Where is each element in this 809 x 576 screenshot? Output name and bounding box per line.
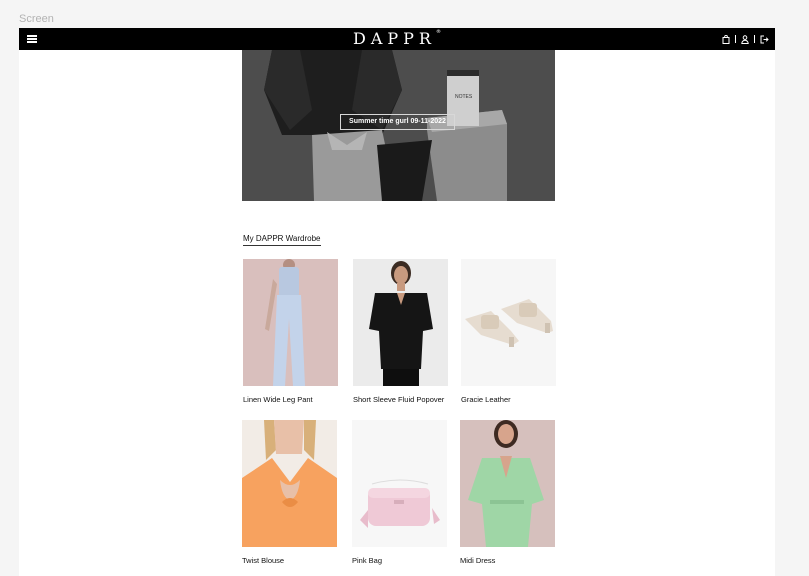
nav-separator <box>754 35 755 43</box>
product-name: Midi Dress <box>460 556 496 565</box>
product-name: Gracie Leather <box>461 395 511 404</box>
wardrobe-title[interactable]: My DAPPR Wardrobe <box>243 234 321 246</box>
hero-caption: Summer time gurl 09-11-2022 <box>340 114 455 130</box>
bag-icon[interactable] <box>722 34 730 44</box>
registered-mark: ® <box>435 29 441 35</box>
brand-logo[interactable]: DAPPR® <box>19 29 775 48</box>
product-image <box>461 259 556 386</box>
product-image <box>243 259 338 386</box>
product-name: Twist Blouse <box>242 556 285 565</box>
product-image <box>353 259 448 386</box>
logo-text: DAPPR <box>353 29 436 48</box>
product-name: Linen Wide Leg Pant <box>243 395 313 404</box>
product-image <box>352 420 447 547</box>
product-name: Short Sleeve Fluid Popover <box>353 395 445 404</box>
nav-icon-group <box>722 33 769 45</box>
product-image <box>460 420 555 547</box>
notes-box-text: NOTES <box>455 94 473 100</box>
top-navbar: DAPPR® <box>19 28 775 50</box>
app-screen: DAPPR® NOTES Summer time gurl 09-11-2022… <box>19 28 775 576</box>
frame-label: Screen <box>19 13 54 25</box>
logout-icon[interactable] <box>760 35 769 44</box>
user-icon[interactable] <box>741 34 749 44</box>
product-image <box>242 420 337 547</box>
hero-banner[interactable]: NOTES Summer time gurl 09-11-2022 <box>242 50 555 201</box>
nav-separator <box>735 35 736 43</box>
product-name: Pink Bag <box>352 556 383 565</box>
